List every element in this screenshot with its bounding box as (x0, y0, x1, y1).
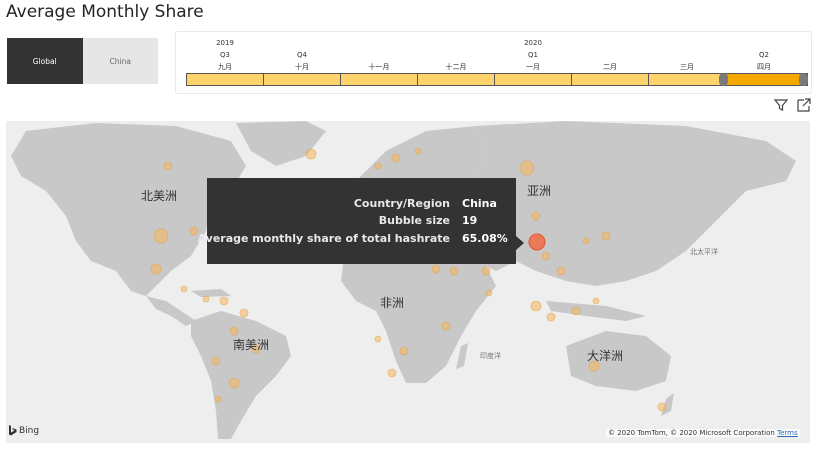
bubble (180, 285, 188, 293)
map-copyright: © 2020 TomTom, © 2020 Microsoft Corporat… (606, 429, 800, 437)
bubble (541, 251, 551, 261)
bubble (239, 308, 249, 318)
bubble-canada (163, 161, 173, 171)
bubble (530, 300, 542, 312)
timeline-cell-dec[interactable] (417, 73, 494, 86)
label-south-america: 南美洲 (233, 338, 270, 352)
bubble (374, 335, 382, 343)
bubble-mexico (150, 263, 162, 275)
year-label-2019: 2019 (216, 39, 234, 47)
bubble-new-zealand (657, 402, 667, 412)
bubble (214, 395, 222, 403)
bubble (592, 297, 600, 305)
timeline-cell-nov[interactable] (340, 73, 417, 86)
quarter-label-q3: Q3 (220, 51, 230, 59)
tooltip-key: Average monthly share of total hashrate (197, 232, 450, 245)
bubble (391, 153, 401, 163)
bubble-japan (601, 231, 611, 241)
month-label-mar: 三月 (680, 63, 694, 71)
timeline-cell-mar[interactable] (648, 73, 725, 86)
tooltip-value: 19 (462, 214, 478, 227)
timeline-bar (186, 73, 808, 86)
bubble (571, 306, 581, 316)
tooltip-key: Country/Region (353, 197, 450, 210)
month-label-nov: 十一月 (368, 63, 390, 71)
month-label-feb: 二月 (603, 63, 617, 71)
label-oceania: 大洋洲 (587, 349, 624, 363)
bubble (431, 264, 441, 274)
bubble (219, 296, 229, 306)
quarter-label-q4: Q4 (297, 51, 307, 59)
label-north-pacific: 北太平洋 (690, 248, 718, 256)
south-america-shape (191, 311, 291, 439)
quarter-label-q2: Q2 (759, 51, 769, 59)
madagascar-shape (456, 343, 468, 369)
bing-icon (9, 425, 17, 436)
bubble (582, 237, 590, 245)
greenland-shape (236, 121, 326, 166)
tooltip-value: 65.08% (462, 232, 508, 245)
bubble (531, 211, 541, 221)
region-toggle: Global China (7, 38, 158, 84)
bubble-china-highlighted (528, 233, 546, 251)
filter-icon[interactable] (773, 97, 789, 113)
bubble (414, 147, 422, 155)
bubble (485, 289, 493, 297)
tooltip-arrow (516, 236, 524, 250)
month-label-sep: 九月 (218, 63, 232, 71)
month-label-dec: 十二月 (445, 63, 467, 71)
tooltip-key: Bubble size (378, 214, 450, 227)
label-north-america: 北美洲 (141, 189, 178, 203)
quarter-label-q1: Q1 (528, 51, 538, 59)
bubble (211, 356, 221, 366)
caribbean-shape (191, 289, 231, 297)
copyright-text: © 2020 TomTom, © 2020 Microsoft Corporat… (608, 429, 775, 437)
bing-logo: Bing (8, 425, 39, 436)
label-africa: 非洲 (380, 296, 405, 310)
focus-mode-icon[interactable] (796, 97, 812, 113)
china-button[interactable]: China (82, 38, 158, 84)
year-label-2020: 2020 (524, 39, 542, 47)
month-label-apr: 四月 (757, 63, 771, 71)
timeline-cell-apr[interactable] (725, 73, 808, 86)
page-title: Average Monthly Share (6, 2, 204, 22)
terms-link[interactable]: Terms (777, 429, 798, 437)
map-tooltip: Country/Region China Bubble size 19 Aver… (198, 178, 516, 264)
bubble (374, 162, 382, 170)
central-america-shape (146, 296, 196, 326)
month-label-jan: 一月 (526, 63, 540, 71)
bubble (399, 346, 409, 356)
bubble-argentina (228, 377, 240, 389)
bubble-russia (519, 160, 535, 176)
bubble-map[interactable]: 北美洲 亚洲 非洲 南美洲 大洋洲 北太平洋 印度洋 (6, 121, 810, 443)
bubble (546, 312, 556, 322)
bubble (449, 266, 459, 276)
label-indian-ocean: 印度洋 (480, 352, 501, 360)
tooltip-row-share: Average monthly share of total hashrate … (198, 232, 516, 248)
tooltip-row-bubble-size: Bubble size 19 (207, 214, 516, 230)
timeline-end-handle[interactable] (799, 73, 808, 86)
timeline-cell-feb[interactable] (571, 73, 648, 86)
bubble (556, 266, 566, 276)
tooltip-row-country: Country/Region China (207, 197, 516, 213)
bubble-south-africa (387, 368, 397, 378)
global-button[interactable]: Global (7, 38, 83, 84)
timeline-slicer: 2019 Q3 九月 Q4 十月 十一月 十二月 2020 Q1 一月 二月 三… (175, 31, 812, 94)
timeline-start-handle[interactable] (719, 73, 728, 86)
bubble (202, 295, 210, 303)
bubble (481, 266, 491, 276)
bubble-united-states (153, 228, 169, 244)
bubble (441, 321, 451, 331)
label-asia: 亚洲 (527, 184, 552, 198)
bubble (229, 326, 239, 336)
bubble-iceland (305, 148, 317, 160)
timeline-cell-sep[interactable] (186, 73, 263, 86)
timeline-cell-oct[interactable] (263, 73, 340, 86)
month-label-oct: 十月 (295, 63, 309, 71)
timeline-cell-jan[interactable] (494, 73, 571, 86)
bing-label: Bing (19, 425, 40, 436)
tooltip-value: China (462, 197, 497, 210)
world-map-shapes (11, 121, 796, 439)
